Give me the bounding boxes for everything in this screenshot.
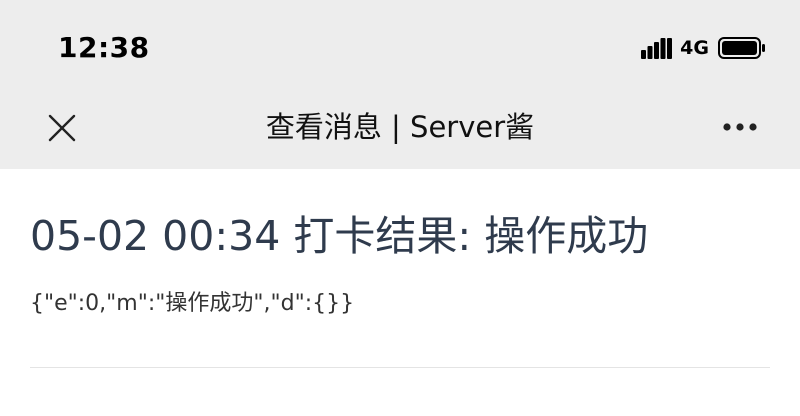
signal-bars-icon xyxy=(641,38,673,59)
close-icon[interactable] xyxy=(44,110,80,146)
message-body: {"e":0,"m":"操作成功","d":{}} xyxy=(30,291,355,316)
status-indicators: 4G xyxy=(641,30,766,66)
status-time: 12:38 xyxy=(58,31,150,64)
message-title: 05-02 00:34 打卡结果: 操作成功 xyxy=(30,212,649,260)
more-icon[interactable] xyxy=(722,116,758,138)
message-view-page: 12:38 4G 查看消息 | Server酱 05-02 00:34 打卡结果… xyxy=(0,0,800,416)
header-area xyxy=(0,0,800,169)
content-divider xyxy=(30,367,770,368)
battery-icon xyxy=(718,37,765,59)
network-type-label: 4G xyxy=(680,37,709,59)
